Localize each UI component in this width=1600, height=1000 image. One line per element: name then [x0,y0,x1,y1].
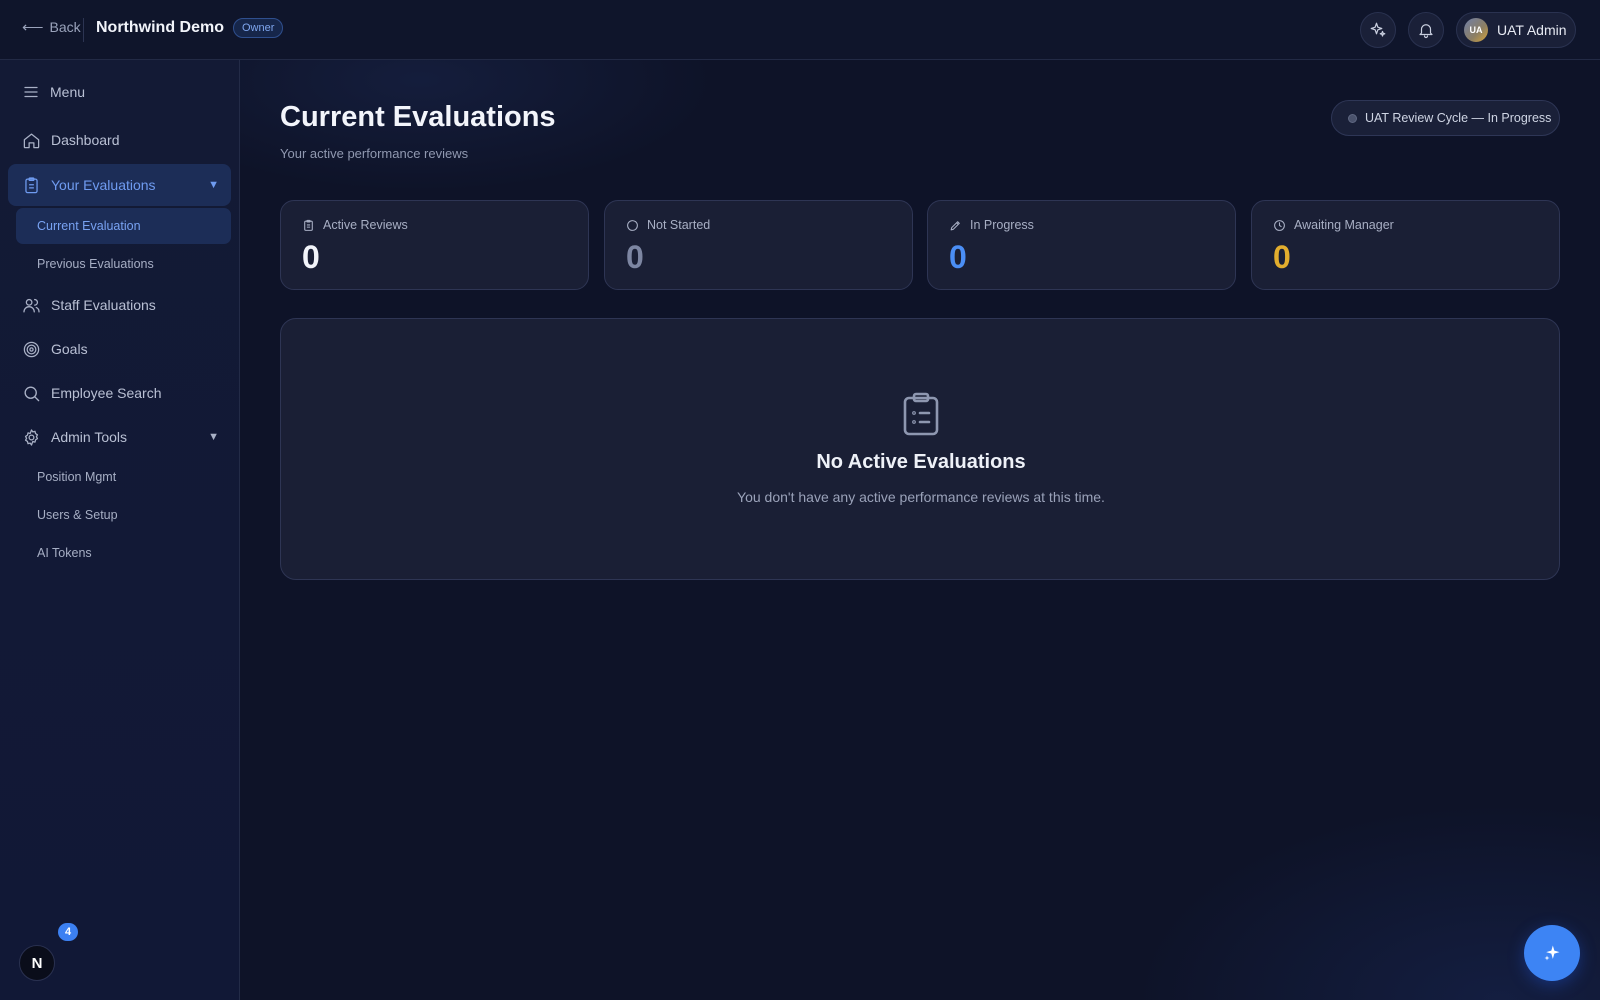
notifications-button[interactable] [1408,12,1444,48]
stat-label: Active Reviews [323,218,408,232]
sidebar-item-label: Goals [51,341,88,357]
clipboard-list-icon [903,392,939,436]
search-icon [24,385,40,401]
sidebar-item-staff-evaluations[interactable]: Staff Evaluations [8,285,231,325]
home-icon [23,133,40,148]
sidebar-item-label: Staff Evaluations [51,297,156,313]
stat-value: 0 [1273,239,1291,275]
sidebar-item-goals[interactable]: Goals [8,329,231,369]
sidebar-subitem-current-evaluation[interactable]: Current Evaluation [16,208,231,244]
clock-icon [1274,219,1285,231]
sparkle-icon [1370,22,1386,37]
sidebar-item-dashboard[interactable]: Dashboard [8,120,231,160]
sidebar-subitem-ai-tokens[interactable]: AI Tokens [16,535,231,571]
stat-card-active-reviews: Active Reviews 0 [280,200,589,290]
stat-value: 0 [302,239,320,275]
clipboard-icon [304,219,313,231]
user-name: UAT Admin [1497,22,1567,38]
bell-icon [1419,24,1433,39]
back-label: Back [49,19,81,35]
circle-icon [627,219,638,231]
stat-card-in-progress: In Progress 0 [927,200,1236,290]
sidebar-item-your-evaluations[interactable]: Your Evaluations ▼ [8,164,231,206]
sidebar-subitem-label: Position Mgmt [37,470,117,484]
sidebar: Menu Dashboard Your Evaluations ▼ Curren… [0,60,240,1000]
empty-state-card: No Active Evaluations You don't have any… [280,318,1560,580]
sidebar-subitem-label: AI Tokens [37,546,92,560]
sidebar-item-label: Your Evaluations [51,177,156,193]
page-subtitle: Your active performance reviews [280,146,469,161]
sidebar-item-employee-search[interactable]: Employee Search [8,373,231,413]
menu-toggle-button[interactable]: Menu [8,72,231,112]
avatar: UA [1464,18,1488,42]
back-button[interactable]: ⟵ Back [22,19,81,35]
sidebar-subitem-users-setup[interactable]: Users & Setup [16,497,231,533]
sparkle-icon [1544,945,1560,961]
review-cycle-label: UAT Review Cycle — In Progress [1365,111,1552,125]
arrow-left-icon: ⟵ [22,18,44,36]
stat-label: Not Started [647,218,711,232]
stat-value: 0 [626,239,644,275]
pencil-icon [950,220,960,230]
review-cycle-status: UAT Review Cycle — In Progress [1331,100,1560,136]
sidebar-item-label: Admin Tools [51,429,128,445]
top-bar: ⟵ Back Northwind Demo Owner UA UAT Admin [0,0,1600,60]
user-menu-button[interactable]: UA UAT Admin [1456,12,1576,48]
sidebar-item-admin-tools[interactable]: Admin Tools ▼ [8,417,231,457]
sidebar-subitem-label: Current Evaluation [37,219,141,233]
dev-tools-widget-button[interactable]: N [19,945,55,981]
menu-label: Menu [50,84,86,100]
caret-down-icon: ▼ [208,431,219,443]
widget-letter: N [31,954,43,972]
sidebar-subitem-previous-evaluations[interactable]: Previous Evaluations [16,246,231,282]
stat-card-awaiting-manager: Awaiting Manager 0 [1251,200,1560,290]
ai-chat-button[interactable] [1524,925,1580,981]
clipboard-icon [25,176,38,193]
widget-badge: 4 [58,923,78,941]
empty-state-title: No Active Evaluations [816,451,1026,473]
empty-state-text: You don't have any active performance re… [737,489,1105,505]
hamburger-icon [24,86,38,98]
sidebar-subitem-label: Users & Setup [37,508,118,522]
sidebar-item-label: Dashboard [51,132,120,148]
sidebar-subitem-position-mgmt[interactable]: Position Mgmt [16,459,231,495]
caret-down-icon: ▼ [208,179,219,191]
sidebar-subitem-label: Previous Evaluations [37,257,154,271]
role-badge: Owner [233,18,284,38]
stat-card-not-started: Not Started 0 [604,200,913,290]
users-icon [23,298,40,312]
status-dot-icon [1348,113,1357,123]
stat-label: In Progress [970,218,1034,232]
target-icon [23,341,40,357]
gear-icon [24,428,39,446]
divider [83,18,84,42]
sidebar-item-label: Employee Search [51,385,162,401]
org-name: Northwind Demo [96,19,224,36]
stat-value: 0 [949,239,967,275]
stat-label: Awaiting Manager [1294,218,1394,232]
page-title: Current Evaluations [280,101,556,133]
ai-assistant-button[interactable] [1360,12,1396,48]
